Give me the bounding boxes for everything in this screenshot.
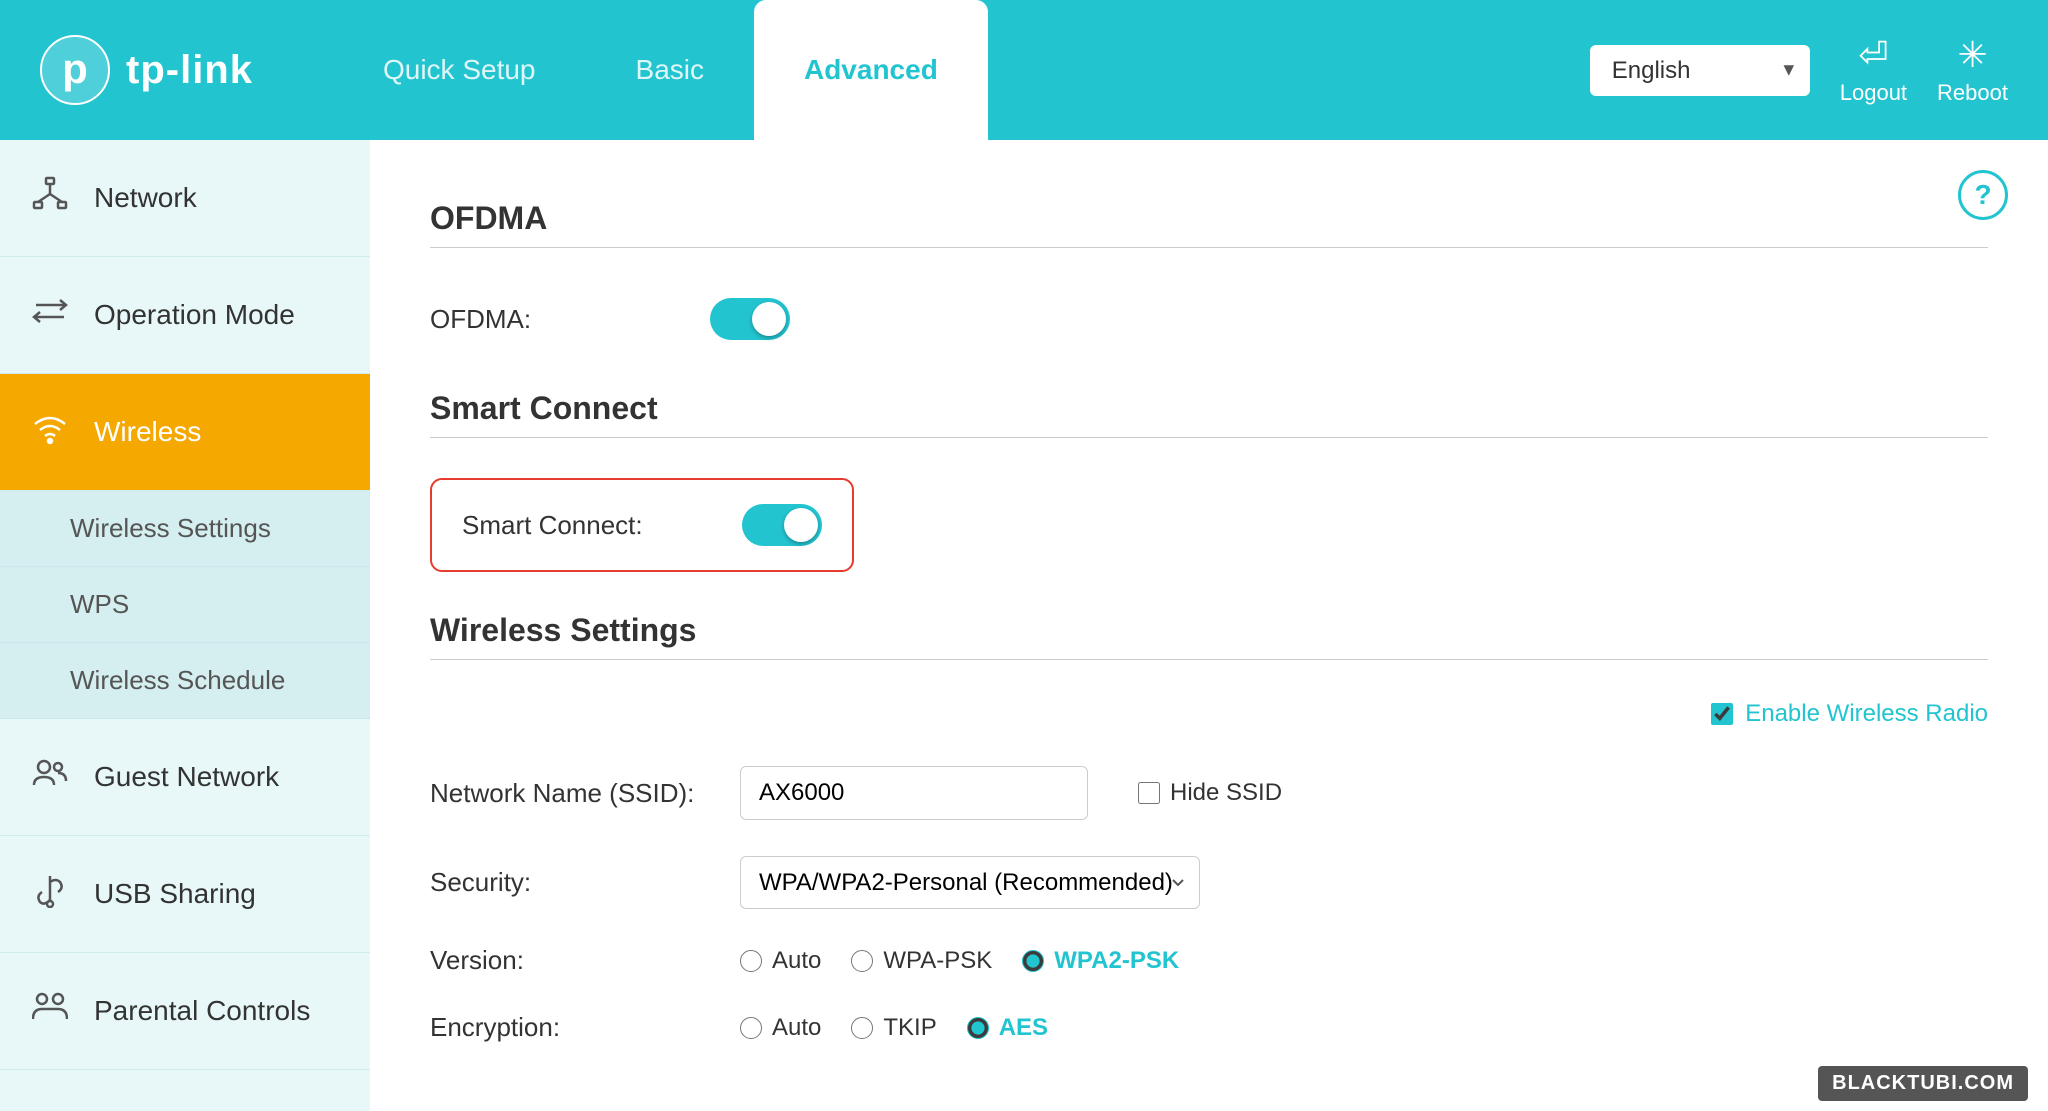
encryption-aes-label: AES	[999, 1014, 1048, 1042]
logout-icon: ⏎	[1858, 34, 1888, 76]
hide-ssid-wrap: Hide SSID	[1138, 779, 1282, 807]
ofdma-divider	[430, 247, 1988, 248]
watermark: BLACKTUBI.COM	[1818, 1066, 2028, 1101]
version-wpa-psk-input[interactable]	[851, 950, 873, 972]
language-select[interactable]: English 中文	[1590, 45, 1810, 96]
sidebar-item-wireless-label: Wireless	[94, 416, 201, 448]
version-auto-label: Auto	[772, 947, 821, 975]
tab-quick-setup[interactable]: Quick Setup	[333, 0, 586, 140]
sub-wireless-schedule-label: Wireless Schedule	[70, 665, 285, 695]
smart-connect-box: Smart Connect:	[430, 478, 854, 572]
encryption-auto-input[interactable]	[740, 1017, 762, 1039]
encryption-label: Encryption:	[430, 1012, 710, 1043]
reboot-button[interactable]: ✳ Reboot	[1937, 34, 2008, 106]
sidebar-sub-wps[interactable]: WPS	[0, 567, 370, 643]
svg-text:p: p	[62, 45, 88, 92]
sidebar-item-network[interactable]: Network	[0, 140, 370, 257]
tab-advanced[interactable]: Advanced	[754, 0, 988, 140]
version-wpa-psk-label: WPA-PSK	[883, 947, 992, 975]
ssid-input[interactable]	[740, 766, 1088, 820]
version-wpa-psk-radio[interactable]: WPA-PSK	[851, 947, 992, 975]
enable-wireless-label: Enable Wireless Radio	[1745, 700, 1988, 728]
sidebar-sub-wireless: Wireless Settings WPS Wireless Schedule	[0, 491, 370, 719]
encryption-row: Encryption: Auto TKIP AES	[430, 994, 1988, 1061]
sidebar-item-operation-mode-label: Operation Mode	[94, 299, 295, 331]
sidebar-sub-wireless-settings[interactable]: Wireless Settings	[0, 491, 370, 567]
operation-mode-icon	[30, 293, 70, 337]
sidebar-item-usb-sharing[interactable]: USB Sharing	[0, 836, 370, 953]
wireless-icon	[30, 410, 70, 454]
sidebar-item-network-label: Network	[94, 182, 197, 214]
encryption-auto-label: Auto	[772, 1014, 821, 1042]
logo-text: tp-link	[126, 48, 253, 93]
sidebar-item-operation-mode[interactable]: Operation Mode	[0, 257, 370, 374]
layout: Network Operation Mode	[0, 140, 2048, 1111]
sub-wps-label: WPS	[70, 589, 129, 619]
sidebar-sub-wireless-schedule[interactable]: Wireless Schedule	[0, 643, 370, 719]
version-auto-radio[interactable]: Auto	[740, 947, 821, 975]
security-select-wrap: WPA/WPA2-Personal (Recommended) WPA3-Per…	[740, 856, 1200, 909]
version-wpa2-psk-radio[interactable]: WPA2-PSK	[1022, 947, 1179, 975]
ofdma-field-row: OFDMA:	[430, 278, 1988, 360]
ofdma-section-title: OFDMA	[430, 200, 1988, 237]
version-radio-group: Auto WPA-PSK WPA2-PSK	[740, 947, 1179, 975]
enable-wireless-row: Enable Wireless Radio	[430, 690, 1988, 748]
sidebar-item-parental-controls[interactable]: Parental Controls	[0, 953, 370, 1070]
version-wpa2-psk-input[interactable]	[1022, 950, 1044, 972]
sidebar-item-parental-controls-label: Parental Controls	[94, 995, 310, 1027]
ssid-label: Network Name (SSID):	[430, 778, 710, 809]
encryption-auto-radio[interactable]: Auto	[740, 1014, 821, 1042]
sidebar-item-wireless[interactable]: Wireless	[0, 374, 370, 491]
header-right: English 中文 ▼ ⏎ Logout ✳ Reboot	[1590, 34, 2008, 106]
main-content: ? OFDMA OFDMA: Smart Connect Smart Conne…	[370, 140, 2048, 1111]
enable-wireless-checkbox[interactable]	[1711, 703, 1733, 725]
ofdma-toggle[interactable]	[710, 298, 790, 340]
sub-wireless-settings-label: Wireless Settings	[70, 513, 271, 543]
network-icon	[30, 176, 70, 220]
help-icon[interactable]: ?	[1958, 170, 2008, 220]
usb-sharing-icon	[30, 872, 70, 916]
smart-connect-toggle[interactable]	[742, 504, 822, 546]
encryption-aes-radio[interactable]: AES	[967, 1014, 1048, 1042]
guest-network-icon	[30, 755, 70, 799]
encryption-aes-input[interactable]	[967, 1017, 989, 1039]
reboot-icon: ✳	[1957, 34, 1987, 76]
ofdma-slider	[710, 298, 790, 340]
sidebar-item-usb-sharing-label: USB Sharing	[94, 878, 256, 910]
ofdma-label: OFDMA:	[430, 304, 690, 335]
reboot-label: Reboot	[1937, 80, 2008, 106]
parental-controls-icon	[30, 989, 70, 1033]
encryption-tkip-label: TKIP	[883, 1014, 936, 1042]
security-label: Security:	[430, 867, 710, 898]
encryption-tkip-input[interactable]	[851, 1017, 873, 1039]
encryption-tkip-radio[interactable]: TKIP	[851, 1014, 936, 1042]
tplink-logo-icon: p	[40, 35, 110, 105]
header: p tp-link Quick Setup Basic Advanced Eng…	[0, 0, 2048, 140]
wireless-settings-divider	[430, 659, 1988, 660]
nav-tabs: Quick Setup Basic Advanced	[333, 0, 1590, 140]
wireless-settings-section-title: Wireless Settings	[430, 612, 1988, 649]
tab-basic[interactable]: Basic	[586, 0, 754, 140]
encryption-radio-group: Auto TKIP AES	[740, 1014, 1048, 1042]
version-label: Version:	[430, 945, 710, 976]
smart-connect-slider	[742, 504, 822, 546]
smart-connect-label: Smart Connect:	[462, 510, 722, 541]
version-auto-input[interactable]	[740, 950, 762, 972]
language-selector-wrap: English 中文 ▼	[1590, 45, 1810, 96]
logout-label: Logout	[1840, 80, 1907, 106]
sidebar-item-guest-network-label: Guest Network	[94, 761, 279, 793]
hide-ssid-label: Hide SSID	[1170, 779, 1282, 807]
version-row: Version: Auto WPA-PSK WPA2-PSK	[430, 927, 1988, 994]
sidebar: Network Operation Mode	[0, 140, 370, 1111]
security-row: Security: WPA/WPA2-Personal (Recommended…	[430, 838, 1988, 927]
ssid-row: Network Name (SSID): Hide SSID	[430, 748, 1988, 838]
smart-connect-section-title: Smart Connect	[430, 390, 1988, 427]
logo-area: p tp-link	[40, 35, 253, 105]
version-wpa2-psk-label: WPA2-PSK	[1054, 947, 1179, 975]
security-select[interactable]: WPA/WPA2-Personal (Recommended) WPA3-Per…	[740, 856, 1200, 909]
logout-button[interactable]: ⏎ Logout	[1840, 34, 1907, 106]
smart-connect-divider	[430, 437, 1988, 438]
hide-ssid-checkbox[interactable]	[1138, 782, 1160, 804]
sidebar-item-guest-network[interactable]: Guest Network	[0, 719, 370, 836]
